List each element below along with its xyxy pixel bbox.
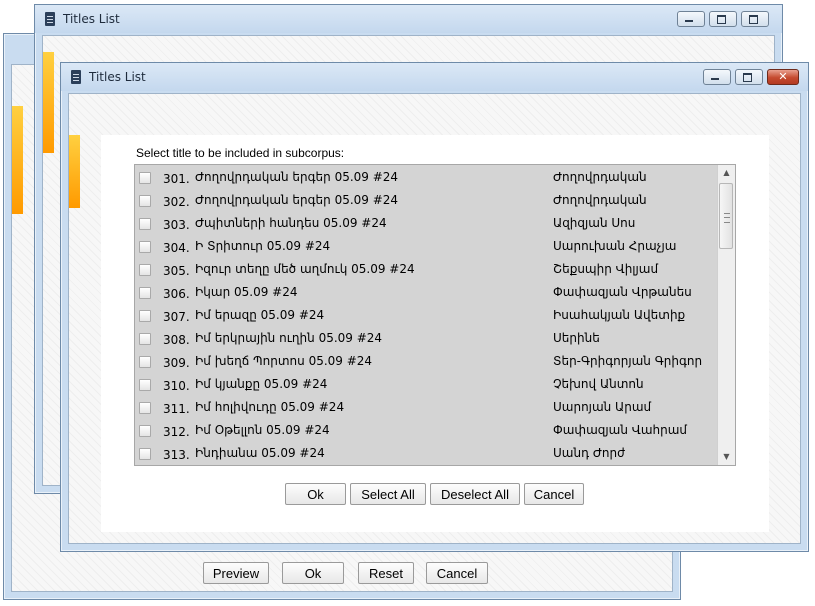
title-name: Իկար 05.09 #24 [195,285,298,299]
minimize-button[interactable] [677,11,705,27]
list-item[interactable]: 302. Ժողովրդական երգեր 05.09 #24 Ժողովրդակ… [135,190,717,213]
document-icon [71,70,81,84]
title-number: 303. [163,218,190,232]
middle-window-accent [43,52,54,153]
title-number: 307. [163,310,190,324]
list-item[interactable]: 309. Իմ խեղճ Պորտոս 05.09 #24 Տեր-Գրիգորյա… [135,351,717,374]
title-author: Ժողովրդական [553,193,647,207]
title-author: Փափազյան Վահրամ [553,423,688,437]
back-window-accent [12,106,23,214]
title-number: 308. [163,333,190,347]
title-author: Ժողովրդական [553,170,647,184]
list-item[interactable]: 307. Իմ երազը 05.09 #24 Իսահակյան Ավետիք [135,305,717,328]
title-number: 302. [163,195,190,209]
title-author: Սերինե [553,331,600,345]
title-checkbox[interactable] [139,356,151,368]
title-name: Իմ կյանքը 05.09 #24 [195,377,328,391]
title-author: Ազիզյան Սոս [553,216,636,230]
title-checkbox[interactable] [139,287,151,299]
scroll-up-icon[interactable]: ▲ [718,165,735,181]
scroll-thumb[interactable] [719,183,733,249]
title-checkbox[interactable] [139,264,151,276]
title-checkbox[interactable] [139,195,151,207]
title-name: Իմ երազը 05.09 #24 [195,308,325,322]
title-checkbox[interactable] [139,310,151,322]
window-title: Titles List [89,70,146,84]
title-number: 306. [163,287,190,301]
title-checkbox[interactable] [139,448,151,460]
preview-button[interactable]: Preview [203,562,269,584]
document-icon [45,12,55,26]
title-checkbox[interactable] [139,172,151,184]
title-number: 311. [163,402,190,416]
back-cancel-button[interactable]: Cancel [426,562,488,584]
title-checkbox[interactable] [139,241,151,253]
title-checkbox[interactable] [139,218,151,230]
titles-listbox[interactable]: 301. Ժողովրդական երգեր 05.09 #24 Ժողովրդակ… [134,164,736,466]
front-window-accent [69,135,80,208]
title-number: 301. [163,172,190,186]
title-name: Իմ խեղճ Պորտոս 05.09 #24 [195,354,373,368]
title-checkbox[interactable] [139,402,151,414]
ok-button[interactable]: Ok [285,483,346,505]
select-all-button[interactable]: Select All [350,483,426,505]
title-author: Փափազյան Վրթանես [553,285,692,299]
list-item[interactable]: 311. Իմ հոլիվուդը 05.09 #24 Սարոյան Արամ [135,397,717,420]
back-ok-button[interactable]: Ok [282,562,344,584]
list-item[interactable]: 312. Իմ Օթելլոն 05.09 #24 Փափազյան Վահրամ [135,420,717,443]
title-author: Սարուխան Հրաչյա [553,239,677,253]
title-number: 304. [163,241,190,255]
restore-button[interactable] [741,11,769,27]
list-item[interactable]: 310. Իմ կյանքը 05.09 #24 Չեխով Անտոն [135,374,717,397]
title-name: Ի Տրիտուր 05.09 #24 [195,239,331,253]
list-item[interactable]: 304. Ի Տրիտուր 05.09 #24 Սարուխան Հրաչյա [135,236,717,259]
grip-icon [724,213,730,223]
scroll-down-icon[interactable]: ▼ [718,449,735,465]
list-item[interactable]: 305. Իզուր տեղը մեծ աղմուկ 05.09 #24 Շեքսպ… [135,259,717,282]
title-name: Ինդիանա 05.09 #24 [195,446,325,460]
vertical-scrollbar[interactable]: ▲ ▼ [717,165,735,465]
middle-window-title: Titles List [63,12,120,26]
title-name: Ժպիտների հանդես 05.09 #24 [195,216,387,230]
title-author: Իսահակյան Ավետիք [553,308,686,322]
close-button[interactable] [767,69,799,85]
title-name: Իզուր տեղը մեծ աղմուկ 05.09 #24 [195,262,415,276]
title-number: 313. [163,448,190,462]
maximize-button[interactable] [735,69,763,85]
title-checkbox[interactable] [139,425,151,437]
list-item[interactable]: 306. Իկար 05.09 #24 Փափազյան Վրթանես [135,282,717,305]
title-number: 312. [163,425,190,439]
title-number: 310. [163,379,190,393]
instruction-text: Select title to be included in subcorpus… [136,146,345,160]
list-item[interactable]: 303. Ժպիտների հանդես 05.09 #24 Ազիզյան Սոս [135,213,717,236]
title-name: Իմ Օթելլոն 05.09 #24 [195,423,330,437]
title-name: Իմ հոլիվուդը 05.09 #24 [195,400,345,414]
reset-button[interactable]: Reset [358,562,414,584]
deselect-all-button[interactable]: Deselect All [430,483,520,505]
title-checkbox[interactable] [139,379,151,391]
title-number: 305. [163,264,190,278]
cancel-button[interactable]: Cancel [524,483,584,505]
title-name: Իմ երկրային ուղին 05.09 #24 [195,331,383,345]
title-author: Շեքսպիր Վիլյամ [553,262,659,276]
title-author: Չեխով Անտոն [553,377,644,391]
title-name: Ժողովրդական երգեր 05.09 #24 [195,193,399,207]
title-author: Սանդ Ժորժ [553,446,625,460]
list-item[interactable]: 301. Ժողովրդական երգեր 05.09 #24 Ժողովրդակ… [135,167,717,190]
title-number: 309. [163,356,190,370]
list-item[interactable]: 308. Իմ երկրային ուղին 05.09 #24 Սերինե [135,328,717,351]
list-item[interactable]: 313. Ինդիանա 05.09 #24 Սանդ Ժորժ [135,443,717,465]
title-name: Ժողովրդական երգեր 05.09 #24 [195,170,399,184]
middle-titlebar[interactable]: Titles List [35,5,782,33]
front-titlebar[interactable]: Titles List [61,63,808,91]
minimize-button[interactable] [703,69,731,85]
maximize-button[interactable] [709,11,737,27]
title-checkbox[interactable] [139,333,151,345]
title-author: Սարոյան Արամ [553,400,652,414]
title-author: Տեր-Գրիգորյան Գրիգոր [553,354,703,368]
